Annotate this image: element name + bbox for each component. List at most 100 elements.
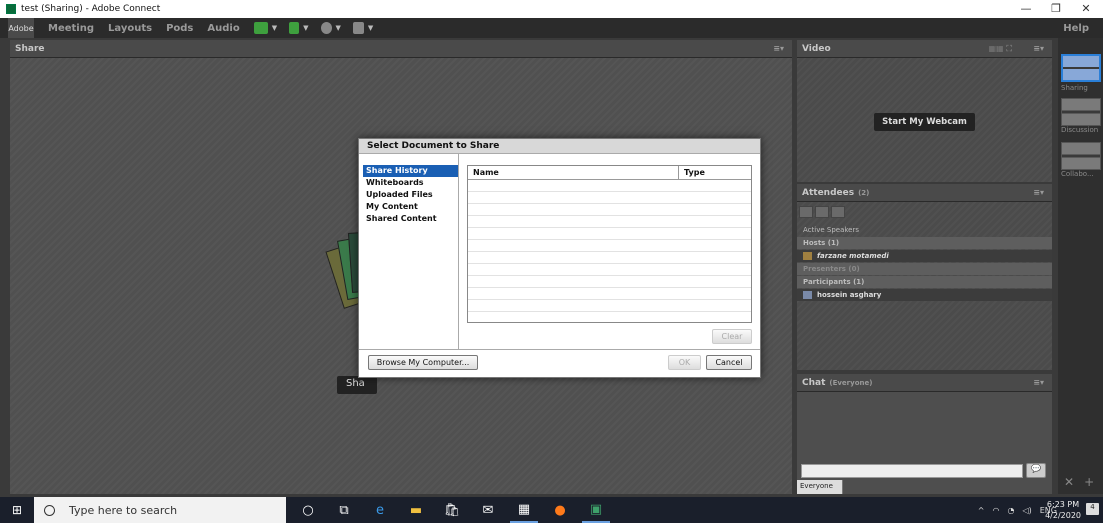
source-shared-content[interactable]: Shared Content	[363, 213, 459, 225]
adobe-connect-taskbar-icon[interactable]: ▣	[582, 497, 610, 523]
chevron-down-icon: ▼	[367, 24, 374, 32]
menu-audio[interactable]: Audio	[207, 23, 239, 34]
select-document-dialog: Select Document to Share Share History W…	[358, 138, 761, 378]
attendees-pod-body: Active Speakers Hosts (1) farzane motame…	[797, 202, 1052, 370]
layout-sharing-label[interactable]: Sharing	[1061, 84, 1088, 92]
host-name: farzane motamedi	[817, 252, 889, 260]
chat-scope: (Everyone)	[829, 378, 873, 387]
dialog-footer-divider	[359, 349, 760, 350]
speaker-toggle[interactable]: ▼	[253, 22, 278, 34]
layout-discussion-thumbnail[interactable]	[1061, 98, 1101, 126]
source-uploaded-files[interactable]: Uploaded Files	[363, 189, 459, 201]
attendees-pod-header: Attendees (2) ≡▾	[797, 184, 1052, 202]
chat-pod-header: Chat (Everyone) ≡▾	[797, 374, 1052, 392]
pod-options-icon[interactable]: ≡▾	[1033, 188, 1044, 197]
menu-help[interactable]: Help	[1063, 23, 1089, 34]
file-explorer-icon[interactable]: ▬	[402, 497, 430, 523]
menu-pods[interactable]: Pods	[166, 23, 193, 34]
dialog-title: Select Document to Share	[359, 139, 760, 154]
firefox-icon[interactable]: ●	[546, 497, 574, 523]
pod-options-icon[interactable]: ≡▾	[1033, 44, 1044, 53]
table-row	[468, 288, 751, 300]
source-my-content[interactable]: My Content	[363, 201, 459, 213]
presenters-group[interactable]: Presenters (0)	[797, 263, 1052, 275]
layout-discussion-label[interactable]: Discussion	[1061, 126, 1098, 134]
search-placeholder: Type here to search	[69, 503, 178, 517]
close-layout-icon[interactable]: ✕	[1064, 475, 1084, 489]
taskbar-search[interactable]: Type here to search	[34, 497, 286, 523]
clock-date: 4/2/2020	[1045, 511, 1081, 520]
share-button[interactable]: Sha	[337, 376, 377, 394]
close-button[interactable]: ✕	[1071, 0, 1101, 18]
active-speakers-row: Active Speakers	[803, 226, 859, 234]
host-attendee[interactable]: farzane motamedi	[797, 250, 1052, 262]
menu-meeting[interactable]: Meeting	[48, 23, 94, 34]
share-pod-header: Share ≡▾	[10, 40, 792, 58]
layout-collaboration-label[interactable]: Collabo...	[1061, 170, 1094, 178]
start-button[interactable]: ⊞	[0, 497, 34, 523]
show-hidden-icons-icon[interactable]: ^	[978, 506, 985, 515]
table-row	[468, 204, 751, 216]
calendar-app-icon[interactable]: ▦	[510, 497, 538, 523]
video-pod-body: Start My Webcam	[797, 58, 1052, 182]
adobe-connect-app-icon	[6, 4, 16, 14]
menu-bar: Adobe Meeting Layouts Pods Audio ▼ ▼ ▼ ▼…	[0, 18, 1103, 38]
source-whiteboards[interactable]: Whiteboards	[363, 177, 459, 189]
participant-name: hossein asghary	[817, 291, 882, 299]
hosts-group[interactable]: Hosts (1)	[797, 237, 1052, 249]
taskbar-clock[interactable]: 6:23 PM 4/2/2020	[1045, 499, 1081, 521]
webcam-toggle[interactable]: ▼	[320, 22, 341, 34]
adobe-logo-icon: Adobe	[8, 18, 34, 38]
browse-computer-button[interactable]: Browse My Computer...	[368, 355, 478, 370]
search-icon	[44, 504, 55, 516]
edge-browser-icon[interactable]: e	[366, 497, 394, 523]
start-webcam-button[interactable]: Start My Webcam	[874, 113, 975, 131]
layout-sharing-thumbnail[interactable]	[1061, 54, 1101, 82]
minimize-button[interactable]: —	[1011, 0, 1041, 18]
table-row	[468, 264, 751, 276]
pod-options-icon[interactable]: ≡▾	[773, 44, 784, 53]
chat-tab-everyone[interactable]: Everyone	[797, 480, 843, 494]
column-name[interactable]: Name	[468, 166, 679, 179]
network-icon[interactable]: ◠	[993, 506, 1000, 515]
source-share-history[interactable]: Share History	[363, 165, 459, 177]
column-type[interactable]: Type	[679, 166, 710, 179]
grid-view-icon[interactable]	[815, 206, 829, 218]
webcam-icon	[320, 22, 332, 34]
layout-collaboration-thumbnail[interactable]	[1061, 142, 1101, 170]
wifi-icon[interactable]: ◔	[1007, 506, 1014, 515]
chat-pod-body: 💬 Everyone	[797, 392, 1052, 494]
attendees-pod-title: Attendees	[802, 187, 855, 198]
restore-button[interactable]: ❐	[1041, 0, 1071, 18]
cancel-button[interactable]: Cancel	[706, 355, 752, 370]
video-layout-icon[interactable]: ▦▦ ⛶	[988, 44, 1012, 54]
mail-icon[interactable]: ✉	[474, 497, 502, 523]
clock-time: 6:23 PM	[1046, 500, 1080, 509]
task-view-icon[interactable]: ⧉	[330, 497, 358, 523]
dialog-divider	[458, 153, 459, 349]
chevron-down-icon: ▼	[271, 24, 278, 32]
window-title-bar: test (Sharing) - Adobe Connect — ❐ ✕	[0, 0, 1103, 18]
list-view-icon[interactable]	[799, 206, 813, 218]
document-table: Name Type	[467, 165, 752, 323]
cortana-icon[interactable]: ○	[294, 497, 322, 523]
raise-hand-toggle[interactable]: ▼	[352, 22, 374, 34]
action-center-icon[interactable]: 4	[1086, 503, 1099, 515]
chat-message-input[interactable]	[801, 464, 1023, 478]
volume-icon[interactable]: ◁)	[1022, 506, 1031, 515]
sort-icon[interactable]	[831, 206, 845, 218]
microphone-icon	[289, 22, 300, 34]
pod-options-icon[interactable]: ≡▾	[1033, 378, 1044, 387]
host-avatar-icon	[803, 252, 812, 260]
store-icon[interactable]: 🛍	[438, 497, 466, 523]
participant-attendee[interactable]: hossein asghary	[797, 289, 1052, 301]
clear-button[interactable]: Clear	[712, 329, 752, 344]
microphone-toggle[interactable]: ▼	[289, 22, 309, 34]
add-layout-icon[interactable]: +	[1084, 475, 1103, 489]
chat-send-button[interactable]: 💬	[1026, 463, 1046, 478]
share-pod-title: Share	[15, 43, 45, 54]
ok-button[interactable]: OK	[668, 355, 701, 370]
menu-layouts[interactable]: Layouts	[108, 23, 152, 34]
participants-group[interactable]: Participants (1)	[797, 276, 1052, 288]
video-pod-title: Video	[802, 43, 831, 54]
